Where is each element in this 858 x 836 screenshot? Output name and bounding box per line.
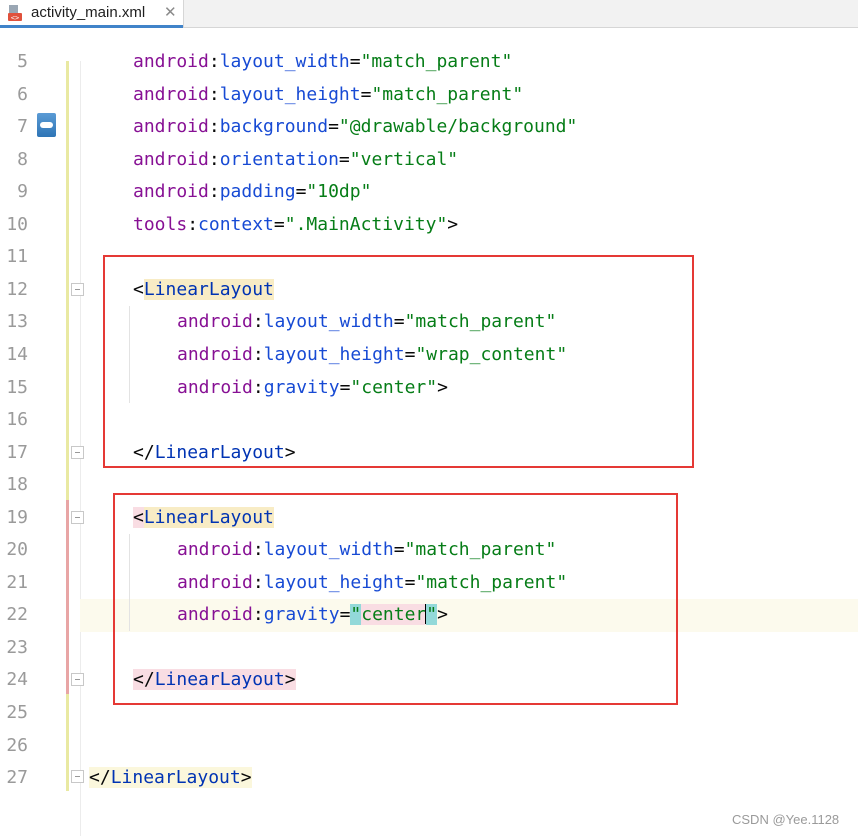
code-token: = <box>273 213 285 235</box>
code-token: "match_parent" <box>360 51 513 72</box>
watermark: CSDN @Yee.1128 <box>732 812 840 827</box>
code-token: orientation <box>219 148 339 170</box>
code-token: padding <box>219 181 296 203</box>
line-number: 18 <box>6 474 28 496</box>
code-token: context <box>198 213 274 235</box>
code-line[interactable]: 9 android:padding="10dp" <box>0 176 858 209</box>
line-number: 6 <box>17 83 28 105</box>
line-number: 27 <box>6 767 28 789</box>
code-token: android <box>133 51 209 72</box>
code-token: : <box>208 181 220 203</box>
code-text: android:layout_height="match_parent" <box>133 79 523 111</box>
xml-file-icon: <> <box>8 5 22 21</box>
code-token: "match_parent" <box>371 83 524 105</box>
line-number: 10 <box>6 213 28 235</box>
code-token: : <box>208 148 220 170</box>
code-line[interactable]: 27 </LinearLayout> <box>0 762 858 795</box>
fold-toggle-icon[interactable] <box>71 770 84 783</box>
code-token: = <box>328 116 339 138</box>
code-text: tools:context=".MainActivity"> <box>133 209 458 241</box>
code-token: > <box>240 767 252 789</box>
code-token: </ <box>89 767 111 789</box>
code-line[interactable]: 8 android:orientation="vertical" <box>0 144 858 177</box>
line-number: 23 <box>6 636 28 658</box>
code-token: ".MainActivity" <box>284 213 448 235</box>
code-token: android <box>133 181 209 203</box>
code-token: = <box>360 83 372 105</box>
line-number: 20 <box>6 539 28 561</box>
tab-title: activity_main.xml <box>31 4 146 21</box>
code-token: : <box>187 213 199 235</box>
line-number: 22 <box>6 604 28 626</box>
fold-toggle-icon[interactable] <box>71 511 84 524</box>
code-token: : <box>208 116 220 138</box>
line-number: 7 <box>17 116 28 138</box>
code-line[interactable]: 6 android:layout_height="match_parent" <box>0 79 858 112</box>
code-token: android <box>133 148 209 170</box>
code-text: android:padding="10dp" <box>133 176 371 208</box>
code-token: LinearLayout <box>110 767 241 789</box>
code-token: = <box>349 51 361 72</box>
code-token: = <box>338 148 350 170</box>
line-number: 12 <box>6 278 28 300</box>
line-number: 17 <box>6 441 28 463</box>
line-number: 21 <box>6 571 28 593</box>
code-token: android <box>133 116 209 138</box>
code-token: : <box>208 83 220 105</box>
editor-tab-bar: <> activity_main.xml ✕ <box>0 0 858 28</box>
highlight-box-first-layout <box>103 255 694 468</box>
code-token: : <box>208 51 220 72</box>
line-number: 8 <box>17 148 28 170</box>
line-number: 13 <box>6 311 28 333</box>
line-number: 9 <box>17 181 28 203</box>
code-text: android:layout_width="match_parent" <box>133 46 512 78</box>
line-number: 15 <box>6 376 28 398</box>
code-token: background <box>219 116 329 138</box>
highlight-box-second-layout <box>113 493 678 705</box>
code-token: android <box>133 83 209 105</box>
code-line[interactable]: 10 tools:context=".MainActivity"> <box>0 209 858 242</box>
code-token: "@drawable/background" <box>338 116 578 138</box>
code-line[interactable]: 5 android:layout_width="match_parent" <box>0 46 858 79</box>
code-token: layout_height <box>219 83 361 105</box>
code-line[interactable]: 26 <box>0 730 858 763</box>
code-line[interactable]: 7 android:background="@drawable/backgroun… <box>0 111 858 144</box>
line-number: 26 <box>6 734 28 756</box>
code-token: "10dp" <box>306 181 372 203</box>
line-number: 14 <box>6 343 28 365</box>
line-number: 5 <box>17 51 28 72</box>
fold-toggle-icon[interactable] <box>71 283 84 296</box>
line-number: 19 <box>6 506 28 528</box>
code-token: > <box>447 213 459 235</box>
line-number: 25 <box>6 702 28 723</box>
code-token: layout_width <box>219 51 350 72</box>
code-token: tools <box>133 213 188 235</box>
code-token: = <box>295 181 307 203</box>
line-number: 24 <box>6 669 28 691</box>
tab-activity-main-xml[interactable]: <> activity_main.xml ✕ <box>0 0 184 28</box>
code-text: android:background="@drawable/background… <box>133 111 577 143</box>
fold-toggle-icon[interactable] <box>71 673 84 686</box>
fold-toggle-icon[interactable] <box>71 446 84 459</box>
line-number: 16 <box>6 409 28 431</box>
code-text: android:orientation="vertical" <box>133 144 458 176</box>
line-number: 11 <box>6 246 28 268</box>
code-text: </LinearLayout> <box>89 762 252 794</box>
close-icon[interactable]: ✕ <box>164 3 177 21</box>
svg-text:<>: <> <box>11 14 19 21</box>
code-token: "vertical" <box>349 148 459 170</box>
